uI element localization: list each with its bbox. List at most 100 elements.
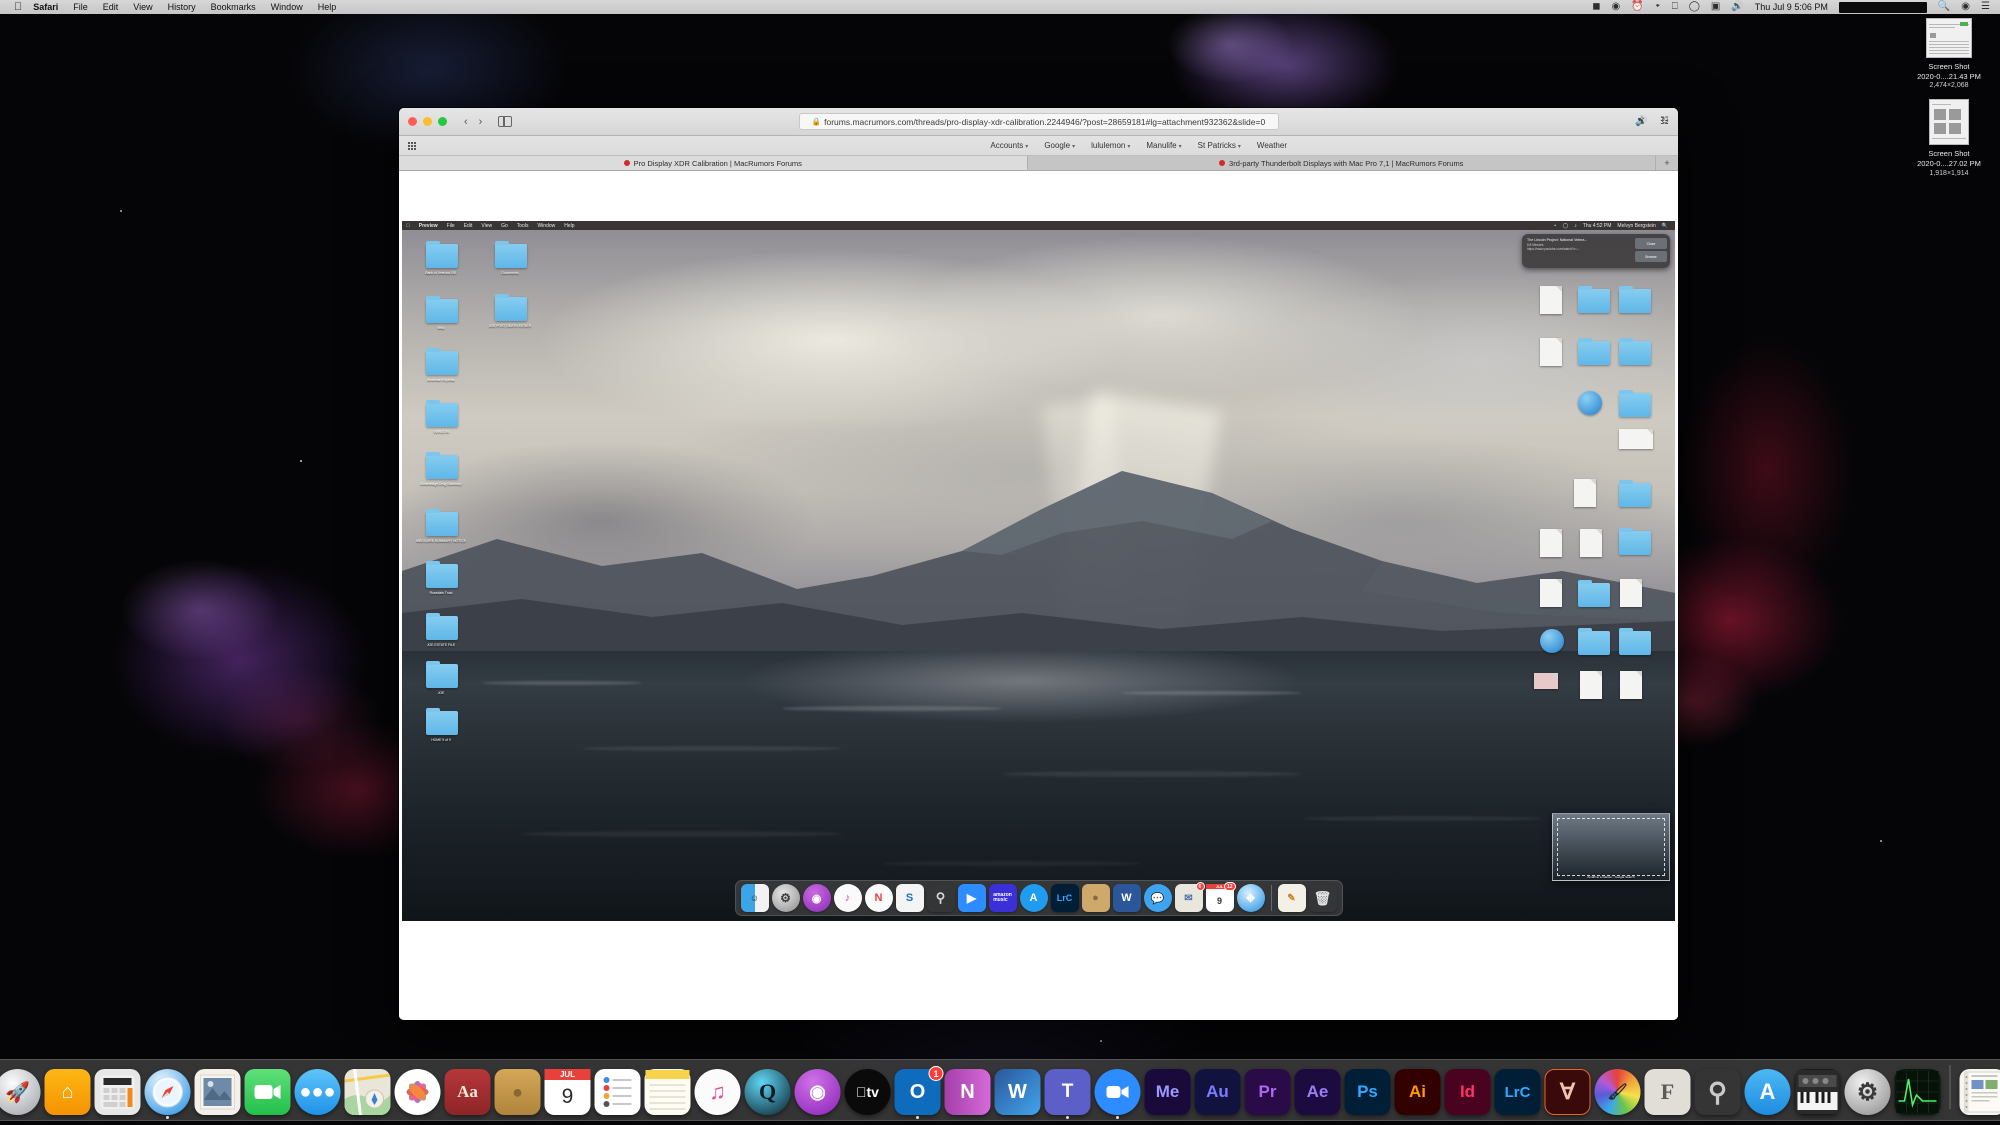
dock-item-media-encoder[interactable]: Me (1144, 1069, 1191, 1115)
apple-logo-icon[interactable]:  (14, 1, 22, 13)
menu-item-app[interactable]: Safari (33, 2, 58, 12)
dock-item-garageband[interactable] (1794, 1069, 1841, 1115)
screenshot-wifi-icon: ◯ (1562, 222, 1569, 229)
input-source-icon[interactable]: ▣ (1711, 2, 1720, 12)
dock-item-facetime[interactable] (244, 1069, 291, 1115)
illustrator-label: Ai (1409, 1082, 1426, 1101)
menu-item-history[interactable]: History (168, 2, 196, 12)
dock-item-documents-stack[interactable] (1959, 1069, 2000, 1115)
lightbox-screenshot-image[interactable]:  Preview File Edit View Go Tools Window… (402, 221, 1675, 921)
notification-center-icon[interactable]: ☰ (1981, 2, 1990, 12)
dock-item-font-book[interactable]: F (1644, 1069, 1691, 1115)
dock-item-calendar[interactable]: JUL 9 (544, 1069, 591, 1115)
dock-item-contacts[interactable]: ● (494, 1069, 541, 1115)
minimize-button[interactable] (423, 117, 432, 126)
tab-label: Pro Display XDR Calibration | MacRumors … (633, 158, 802, 168)
desktop-folder (495, 241, 527, 268)
menu-bar-clock[interactable]: Thu Jul 9 5:06 PM (1755, 2, 1828, 12)
desktop-folder-label: HOME 9 of 9 (431, 738, 451, 742)
desktop-folder (1619, 628, 1651, 655)
volume-icon[interactable]: 🔊 (1731, 2, 1743, 12)
desktop-document (1580, 529, 1602, 557)
screen-recording-icon[interactable]: ◼︎ (1592, 2, 1600, 12)
airplay-icon[interactable]: ⎕ (1672, 2, 1678, 12)
menu-item-view[interactable]: View (133, 2, 152, 12)
menu-item-bookmarks[interactable]: Bookmarks (211, 2, 256, 12)
dock-item-home[interactable]: ⌂ (44, 1069, 91, 1115)
bookmark-accounts[interactable]: Accounts ▾ (990, 141, 1028, 150)
dock-item-itunes[interactable]: ♫ (694, 1069, 741, 1115)
dock-item-app-store[interactable]: A (1744, 1069, 1791, 1115)
menu-item-help[interactable]: Help (318, 2, 337, 12)
bookmark-st-patricks[interactable]: St Patricks ▾ (1198, 141, 1241, 150)
dock-item-system-preferences[interactable]: ⚙ (1844, 1069, 1891, 1115)
safari-window[interactable]: ‹ › 🔒 forums.macrumors.com/threads/pro-d… (399, 108, 1678, 1020)
dock-item-appletv[interactable]: tv (844, 1069, 891, 1115)
dock-item-acrobat[interactable]: ∀ (1544, 1069, 1591, 1115)
dock-item-maps[interactable] (344, 1069, 391, 1115)
bluetooth-icon[interactable]: ᛭ (1655, 2, 1661, 12)
dock-item-outlook[interactable]: O 1 (894, 1066, 944, 1119)
dock-item-podcasts[interactable]: ◉ (794, 1069, 841, 1115)
time-machine-icon[interactable]: ⏰ (1631, 2, 1643, 12)
screenshot-dock-podcasts: ◉ (802, 884, 831, 912)
menu-item-edit[interactable]: Edit (103, 2, 119, 12)
dock-item-activity-monitor[interactable] (1894, 1069, 1941, 1115)
dock-item-launchpad[interactable]: 🚀 (0, 1069, 41, 1115)
desktop-folder (426, 400, 458, 427)
dock-item-teams[interactable]: T (1044, 1069, 1091, 1119)
dock-item-calculator[interactable] (94, 1069, 141, 1115)
dock-item-quicktime[interactable]: Q (744, 1069, 791, 1115)
dock-item-lightroom-classic[interactable]: LrC (1494, 1069, 1541, 1115)
dropbox-icon[interactable]: ◉ (1612, 2, 1621, 12)
dock-item-after-effects[interactable]: Ae (1294, 1069, 1341, 1115)
dock-item-notes[interactable] (644, 1069, 691, 1115)
tab-pro-display-xdr-calibration[interactable]: Pro Display XDR Calibration | MacRumors … (399, 156, 1028, 170)
dock-item-premiere-pro[interactable]: Pr (1244, 1069, 1291, 1115)
siri-icon[interactable]: ◉ (1961, 2, 1970, 12)
dock-item-messages[interactable]: ●●● (294, 1069, 341, 1115)
dock-item-reminders[interactable] (594, 1069, 641, 1115)
dock-item-audition[interactable]: Au (1194, 1069, 1241, 1115)
zoom-button[interactable] (438, 117, 447, 126)
search-icon[interactable]: 🔍 (1938, 2, 1950, 12)
dock-item-zoom[interactable] (1094, 1069, 1141, 1119)
show-all-tabs-icon[interactable]: ☷ (1660, 116, 1669, 127)
dock-item-mail[interactable] (194, 1069, 241, 1115)
menu-item-window[interactable]: Window (271, 2, 303, 12)
forward-button[interactable]: › (479, 116, 483, 128)
new-tab-button[interactable]: + (1656, 156, 1678, 170)
bookmark-manulife[interactable]: Manulife ▾ (1146, 141, 1181, 150)
dock-item-indesign[interactable]: Id (1444, 1069, 1491, 1115)
dock-item-illustrator[interactable]: Ai (1394, 1069, 1441, 1115)
tab-3rd-party-thunderbolt-displays[interactable]: 3rd-party Thunderbolt Displays with Mac … (1027, 156, 1656, 170)
dock-item-photos[interactable] (394, 1069, 441, 1115)
address-bar[interactable]: 🔒 forums.macrumors.com/threads/pro-displ… (798, 113, 1279, 130)
dock-item-safari[interactable] (144, 1069, 191, 1119)
show-sidebar-grid-icon[interactable] (408, 141, 416, 150)
bookmark-lululemon[interactable]: lululemon ▾ (1091, 141, 1130, 150)
window-traffic-lights (408, 117, 447, 126)
desktop-document (1540, 286, 1562, 314)
notification-url: https://www.youtube.com/watch?v=... (1527, 246, 1580, 251)
dock-item-dictionary[interactable]: Aa (444, 1069, 491, 1115)
wifi-icon[interactable]: ◯ (1689, 2, 1700, 12)
back-button[interactable]: ‹ (464, 116, 468, 128)
bookmark-weather[interactable]: Weather (1257, 141, 1287, 150)
font-book-icon: F (1660, 1079, 1675, 1104)
bookmark-google[interactable]: Google ▾ (1044, 141, 1075, 150)
dock-item-colorsync[interactable]: 🖌 (1594, 1069, 1641, 1115)
desktop-file-screenshot-1[interactable]: Screen Shot 2020-0....21.43 PM 2,474×2,0… (1906, 18, 1992, 89)
sidebar-toggle-icon[interactable] (498, 116, 513, 127)
menu-item-file[interactable]: File (73, 2, 88, 12)
dock-item-keychain-access[interactable]: ⚲ (1695, 1069, 1741, 1115)
share-icon[interactable]: ⇪ (1638, 116, 1646, 127)
dock-item-word[interactable]: W (994, 1069, 1041, 1115)
dock-item-onenote[interactable]: N (944, 1069, 991, 1115)
desktop-file-screenshot-2[interactable]: Screen Shot 2020-0....27.02 PM 1,918×1,9… (1906, 99, 1992, 177)
dock-item-photoshop[interactable]: Ps (1344, 1069, 1391, 1115)
spotlight-search-field[interactable] (1838, 1, 1927, 13)
video-camera-icon (254, 1085, 281, 1099)
close-button[interactable] (408, 117, 417, 126)
desktop-folder (426, 613, 458, 640)
